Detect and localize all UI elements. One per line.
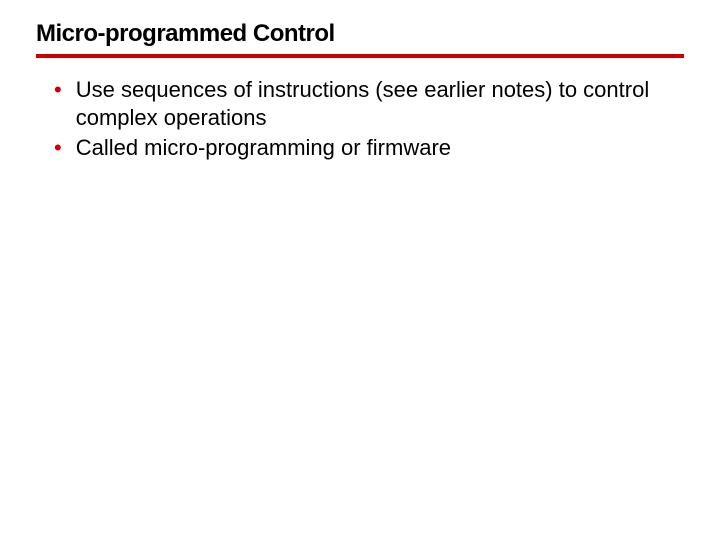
list-item: • Called micro-programming or firmware [54, 134, 684, 162]
bullet-list: • Use sequences of instructions (see ear… [36, 76, 684, 162]
bullet-text: Use sequences of instructions (see earli… [76, 76, 684, 132]
bullet-text: Called micro-programming or firmware [76, 134, 451, 162]
bullet-icon: • [54, 134, 62, 162]
title-underline [36, 54, 684, 58]
list-item: • Use sequences of instructions (see ear… [54, 76, 684, 132]
slide-title: Micro-programmed Control [36, 20, 684, 54]
bullet-icon: • [54, 76, 62, 104]
